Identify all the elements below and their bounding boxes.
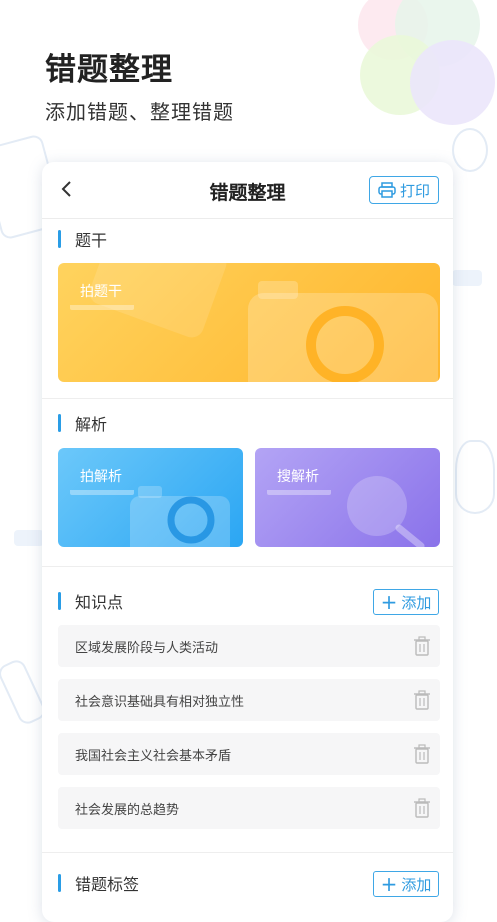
decor-pen-outline xyxy=(0,657,49,727)
divider xyxy=(42,398,453,399)
section-accent-bar xyxy=(58,414,61,432)
add-knowledge-button[interactable]: + 添加 xyxy=(373,589,439,615)
capture-stem-tile[interactable]: 拍题干 xyxy=(58,263,440,382)
section-accent-bar xyxy=(58,592,61,610)
camera-icon xyxy=(130,486,230,547)
hero-title: 错题整理 xyxy=(45,52,173,88)
print-label: 打印 xyxy=(399,181,430,200)
knowledge-point-text: 区域发展阶段与人类活动 xyxy=(75,641,219,656)
section-stem-label: 题干 xyxy=(75,231,108,250)
section-accent-bar xyxy=(58,230,61,248)
plus-icon: + xyxy=(380,872,398,896)
list-item[interactable]: 社会发展的总趋势 xyxy=(58,787,440,829)
decor-flask-outline xyxy=(455,440,495,514)
knowledge-point-text: 我国社会主义社会基本矛盾 xyxy=(75,749,232,764)
section-accent-bar xyxy=(58,874,61,892)
divider xyxy=(42,852,453,853)
section-stem-header: 题干 xyxy=(58,228,107,250)
plus-icon: + xyxy=(380,590,398,614)
list-item[interactable]: 区域发展阶段与人类活动 xyxy=(58,625,440,667)
add-tag-button[interactable]: + 添加 xyxy=(373,871,439,897)
print-button[interactable]: 打印 xyxy=(369,176,439,204)
decor-bar xyxy=(14,530,44,546)
section-analysis-header: 解析 xyxy=(58,412,107,434)
section-tags-header: 错题标签 xyxy=(58,872,139,894)
knowledge-point-text: 社会发展的总趋势 xyxy=(75,803,180,818)
section-knowledge-label: 知识点 xyxy=(75,593,124,612)
search-analysis-label: 搜解析 xyxy=(267,466,331,495)
section-knowledge-header: 知识点 xyxy=(58,590,123,612)
section-tags-label: 错题标签 xyxy=(75,875,140,894)
decor-bulb-outline xyxy=(452,128,488,172)
list-item[interactable]: 社会意识基础具有相对独立性 xyxy=(58,679,440,721)
trash-icon[interactable] xyxy=(414,690,430,710)
trash-icon[interactable] xyxy=(414,744,430,764)
trash-icon[interactable] xyxy=(414,636,430,656)
hero-subtitle: 添加错题、整理错题 xyxy=(45,100,234,124)
phone-screen-card: 错题整理 打印 题干 拍题干 解析 拍解析 搜解析 知识点 + 添加 区域发展阶… xyxy=(42,162,453,922)
magnifier-icon xyxy=(347,476,425,547)
add-tag-label: 添加 xyxy=(401,875,432,894)
capture-stem-label: 拍题干 xyxy=(70,281,134,310)
add-knowledge-label: 添加 xyxy=(401,593,432,612)
divider xyxy=(42,566,453,567)
decor-bar xyxy=(452,270,482,286)
search-analysis-tile[interactable]: 搜解析 xyxy=(255,448,440,547)
top-bar: 错题整理 打印 xyxy=(42,162,453,219)
photo-analysis-label: 拍解析 xyxy=(70,466,134,495)
decor-bubble xyxy=(410,40,495,125)
knowledge-point-text: 社会意识基础具有相对独立性 xyxy=(75,695,245,710)
photo-analysis-tile[interactable]: 拍解析 xyxy=(58,448,243,547)
list-item[interactable]: 我国社会主义社会基本矛盾 xyxy=(58,733,440,775)
trash-icon[interactable] xyxy=(414,798,430,818)
printer-icon xyxy=(378,182,396,198)
section-analysis-label: 解析 xyxy=(75,415,108,434)
